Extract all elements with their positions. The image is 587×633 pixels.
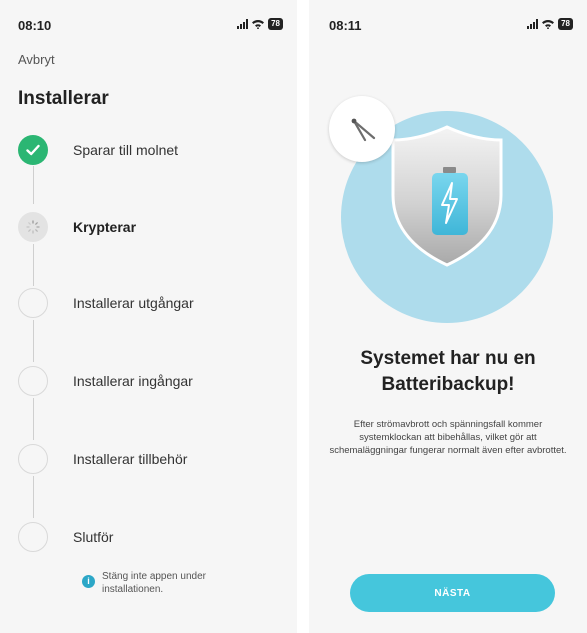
tool-icon [351,118,376,142]
status-bar: 08:11 78 [309,0,587,40]
tool-badge [329,96,395,162]
step-done-icon [18,135,48,165]
info-notice: i Stäng inte appen under installationen. [82,570,242,596]
shield-icon [391,125,503,267]
step-label: Krypterar [73,219,137,235]
checkmark-icon [26,144,40,156]
step-item: Installerar utgångar [18,287,194,319]
signal-icon [527,19,539,29]
status-icons: 78 [527,18,573,30]
wifi-icon [542,20,555,29]
step-item: Installerar ingångar [18,365,193,397]
step-label: Installerar tillbehör [73,451,188,467]
step-item: Krypterar [18,211,136,243]
step-pending-icon [18,288,48,318]
wifi-icon [252,20,265,29]
battery-level-badge: 78 [558,18,573,30]
notice-text: Stäng inte appen under installationen. [102,571,206,595]
info-icon: i [82,575,95,588]
step-connector [33,476,34,518]
battery-bolt-icon [432,167,468,235]
loading-spinner-icon [26,220,40,234]
status-icons: 78 [237,18,283,30]
screen-title: Systemet har nu en Batteribackup! [360,348,536,395]
cancel-link[interactable]: Avbryt [18,52,55,67]
status-bar: 08:10 78 [0,0,297,40]
installing-screen: 08:10 78 Avbryt Installerar Sparar till … [0,0,297,633]
signal-icon [237,19,249,29]
step-item: Sparar till molnet [18,134,178,166]
battery-backup-screen: 08:11 78 Systemet har nu en Batteribacku… [309,0,587,633]
step-label: Sparar till molnet [73,142,179,158]
page-title: Installerar [18,88,109,109]
status-time: 08:11 [329,18,362,33]
battery-level-badge: 78 [268,18,283,30]
spinner-icon [18,212,48,242]
step-pending-icon [18,522,48,552]
step-label: Installerar ingångar [73,373,193,389]
step-connector [33,244,34,286]
step-pending-icon [18,366,48,396]
step-connector [33,166,34,204]
step-pending-icon [18,444,48,474]
status-time: 08:10 [18,18,52,33]
step-item: Installerar tillbehör [18,443,187,475]
step-label: Installerar utgångar [73,295,194,311]
next-button[interactable]: NÄSTA [350,574,555,612]
description-text: Efter strömavbrott och spänningsfall kom… [329,419,567,456]
step-item: Slutför [18,521,113,553]
step-label: Slutför [73,529,114,545]
step-connector [33,398,34,440]
step-connector [33,320,34,362]
